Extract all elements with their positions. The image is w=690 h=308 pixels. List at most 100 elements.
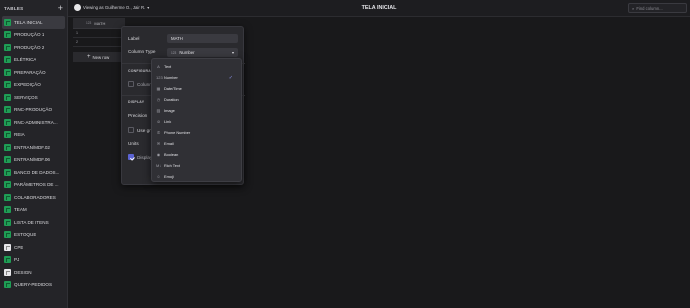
add-table-button[interactable]: + <box>58 3 63 13</box>
table-icon <box>4 81 11 89</box>
sidebar-item[interactable]: PARÂMETROS DE ... <box>0 179 67 192</box>
sidebar-item[interactable]: RNC-ADMINISTRA... <box>0 116 67 129</box>
sidebar-title: TABLES <box>4 5 24 11</box>
email-icon: ✉ <box>156 141 161 146</box>
menu-item-number[interactable]: 123 Number ✓ <box>152 72 241 83</box>
column-checkbox-row[interactable]: Colunm <box>128 81 153 87</box>
menu-item-link[interactable]: ⊘ Link <box>152 116 241 127</box>
sidebar-item-label: LISTA DE ITENS <box>14 219 49 225</box>
precision-label: Precision <box>128 113 148 118</box>
sidebar-item[interactable]: RNC-PRODUÇÃO <box>0 104 67 117</box>
column-type-value: Number <box>179 50 195 55</box>
check-icon: ✓ <box>228 74 233 81</box>
menu-item-phone-number[interactable]: ✆ Phone Number <box>152 127 241 138</box>
sidebar-item[interactable]: SERVIÇOS <box>0 91 67 104</box>
table-icon <box>4 156 11 164</box>
menu-item-label: Image <box>164 108 175 113</box>
sidebar-item-label: PRODUÇÃO 1 <box>14 32 45 38</box>
column-header-math[interactable]: 123 MATH <box>73 18 125 29</box>
menu-item-label: Phone Number <box>164 130 191 135</box>
menu-item-label: Text <box>164 64 172 69</box>
sidebar-item[interactable]: ENTRAN/MDF.06 <box>0 154 67 167</box>
menu-item-label: Link <box>164 119 172 124</box>
units-label: Units <box>128 141 139 146</box>
display-checkbox[interactable] <box>128 154 134 160</box>
menu-item-email[interactable]: ✉ Email <box>152 138 241 149</box>
sidebar-item[interactable]: QUERY-PEDIDOS <box>0 279 67 292</box>
sidebar-item[interactable]: DESIGN <box>0 266 67 279</box>
sidebar-item[interactable]: BANCO DE DADOS... <box>0 166 67 179</box>
sidebar-item[interactable]: PJ <box>0 254 67 267</box>
row-number: 1 <box>76 31 78 35</box>
sidebar-item-label: RNC-PRODUÇÃO <box>14 107 53 113</box>
table-row[interactable]: 1 <box>73 29 125 38</box>
sidebar-item-label: ELÉTRICA <box>14 57 37 63</box>
row-number: 2 <box>76 40 78 44</box>
table-icon <box>4 243 11 251</box>
sidebar: TABLES + TELA INICIAL PRODUÇÃO 1 PRODUÇÃO … <box>0 0 68 308</box>
sidebar-item[interactable]: PRODUÇÃO 1 <box>0 29 67 42</box>
top-bar: Viewing as Guilherme O., Jair R. ▾ TELA … <box>68 0 690 17</box>
use-grouping-checkbox[interactable] <box>128 127 134 133</box>
menu-item-text[interactable]: A Text <box>152 61 241 72</box>
table-icon <box>4 218 11 226</box>
table-icon <box>4 106 11 114</box>
sidebar-item[interactable]: PRODUÇÃO 2 <box>0 41 67 54</box>
page-title: TELA INICIAL <box>361 5 397 11</box>
table-icon <box>4 268 11 276</box>
sidebar-item-label: RNC-ADMINISTRA... <box>14 119 58 125</box>
new-row-button[interactable]: + New row <box>73 52 125 62</box>
column-type-select[interactable]: 123 Number ▾ <box>167 48 238 57</box>
sidebar-item[interactable]: TEAM <box>0 204 67 217</box>
column-type-caption: Column Type <box>128 49 156 54</box>
table-icon <box>4 93 11 101</box>
display-section-title: DISPLAY <box>128 100 145 104</box>
menu-item-image[interactable]: ▨ Image <box>152 105 241 116</box>
app-window: TABLES + TELA INICIAL PRODUÇÃO 1 PRODUÇÃO … <box>0 0 690 308</box>
menu-item-label: Rich Text <box>164 163 180 168</box>
menu-item-boolean[interactable]: ◉ Boolean <box>152 149 241 160</box>
use-grouping-row[interactable]: Use gr <box>128 127 151 133</box>
sidebar-item-label: DESIGN <box>14 269 32 275</box>
sidebar-item-label: TEAM <box>14 207 27 213</box>
sidebar-item[interactable]: EXPEDIÇÃO <box>0 79 67 92</box>
label-caption: Label <box>128 36 140 41</box>
table-icon <box>4 281 11 289</box>
table-row[interactable]: 2 <box>73 38 125 47</box>
sidebar-item[interactable]: LISTA DE ITENS <box>0 216 67 229</box>
table-icon <box>4 256 11 264</box>
table-icon <box>4 43 11 51</box>
find-column-input[interactable]: ⌕ Find column... <box>628 3 687 13</box>
column-header-label: MATH <box>94 20 106 26</box>
sidebar-item[interactable]: PREPARAÇÃO <box>0 66 67 79</box>
menu-item-emoji[interactable]: ☺ Emoji <box>152 171 241 182</box>
label-input[interactable]: MATH <box>167 34 238 43</box>
sidebar-item-label: PARÂMETROS DE ... <box>14 182 59 188</box>
configure-section-title: CONFIGURAR <box>128 69 154 73</box>
menu-item-date-time[interactable]: ▦ Date/Time <box>152 83 241 94</box>
sidebar-item-label: ESTOQUE <box>14 232 37 238</box>
display-checkbox-row[interactable]: Display <box>128 154 152 160</box>
menu-item-label: Duration <box>164 97 179 102</box>
sidebar-item[interactable]: ELÉTRICA <box>0 54 67 67</box>
sidebar-header: TABLES + <box>0 0 67 16</box>
plus-icon: + <box>87 54 91 60</box>
data-grid: 123 MATH 1 2 <box>73 18 125 47</box>
sidebar-item[interactable]: ENTRAN/MDF.02 <box>0 141 67 154</box>
menu-item-duration[interactable]: ◷ Duration <box>152 94 241 105</box>
sidebar-item[interactable]: CPE <box>0 241 67 254</box>
sidebar-item-label: REIA <box>14 132 25 138</box>
sidebar-item-label: PREPARAÇÃO <box>14 69 46 75</box>
menu-item-rich-text[interactable]: M↓ Rich Text <box>152 160 241 171</box>
column-checkbox[interactable] <box>128 81 134 87</box>
sidebar-item-label: PRODUÇÃO 2 <box>14 44 45 50</box>
sidebar-item[interactable]: REIA <box>0 129 67 142</box>
sidebar-item[interactable]: ESTOQUE <box>0 229 67 242</box>
menu-item-label: Boolean <box>164 152 179 157</box>
sidebar-item-label: COLABORADORES <box>14 194 56 200</box>
sidebar-item[interactable]: COLABORADORES <box>0 191 67 204</box>
sidebar-item-label: PJ <box>14 257 20 263</box>
sidebar-item[interactable]: TELA INICIAL <box>2 16 65 29</box>
use-grouping-label: Use gr <box>137 127 151 133</box>
table-icon <box>4 168 11 176</box>
